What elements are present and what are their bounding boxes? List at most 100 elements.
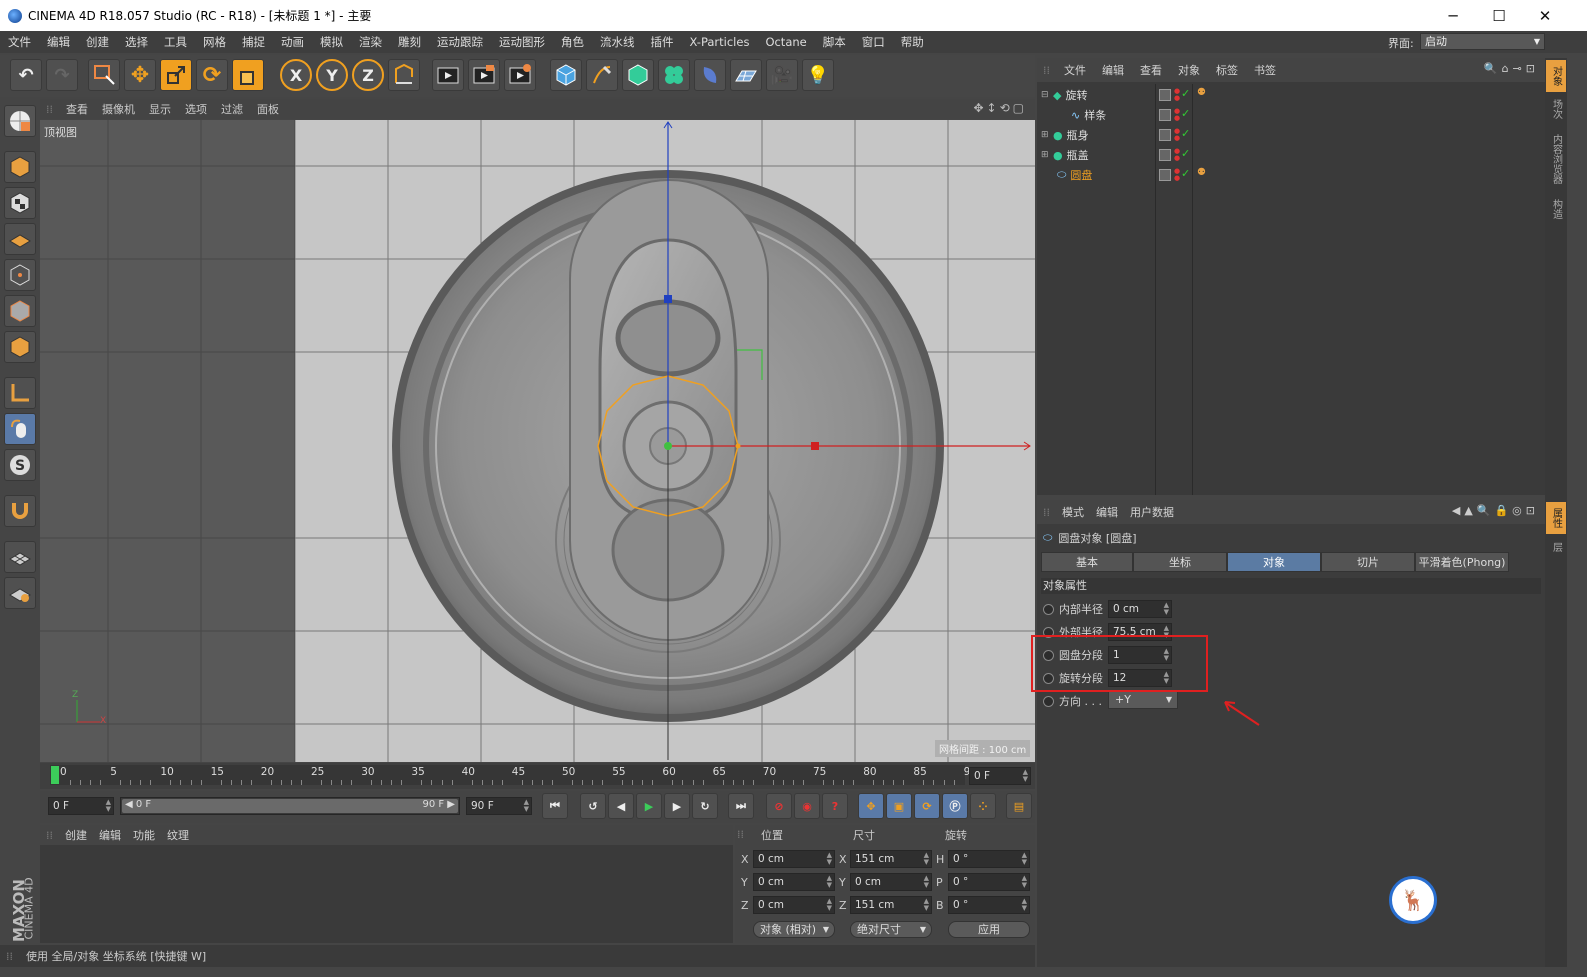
deformer-icon[interactable]	[694, 59, 726, 91]
go-to-end-icon[interactable]: ⏭	[728, 793, 754, 819]
key-rotation-icon[interactable]: ⟳	[914, 793, 940, 819]
material-menu-edit[interactable]: 编辑	[93, 827, 127, 843]
tag-icon[interactable]: ⚉	[1197, 167, 1206, 178]
visibility-dots-icon[interactable]: ●●	[1174, 108, 1180, 122]
menu-mograph[interactable]: 运动图形	[491, 34, 553, 50]
tab-object[interactable]: 对象	[1227, 552, 1321, 572]
menu-script[interactable]: 脚本	[815, 34, 854, 50]
render-picture-viewer-icon[interactable]	[468, 59, 500, 91]
key-pla-icon[interactable]: ⁘	[970, 793, 996, 819]
maximize-button[interactable]: ☐	[1476, 0, 1522, 31]
visibility-dots-icon[interactable]: ●●	[1174, 148, 1180, 162]
preview-range-handle[interactable]	[122, 799, 458, 813]
record-active-icon[interactable]: ⊘	[766, 793, 792, 819]
tag-icon[interactable]: ⚉	[1197, 87, 1206, 98]
viewport-menu-view[interactable]: 查看	[59, 101, 95, 117]
render-settings-icon[interactable]	[504, 59, 536, 91]
floor-icon[interactable]	[730, 59, 762, 91]
rot-h-field[interactable]: 0 ° ▲ ▼	[948, 850, 1030, 868]
pos-z-field[interactable]: 0 cm ▲ ▼	[753, 896, 835, 914]
object-row-bottle-cap[interactable]: ⊞ ● 瓶盖	[1037, 145, 1157, 165]
layer-swatch-icon[interactable]	[1159, 129, 1171, 141]
subdivision-surface-icon[interactable]	[622, 59, 654, 91]
tab-takes-vertical[interactable]: 场次	[1546, 94, 1566, 124]
tweak-mode-icon[interactable]	[4, 413, 36, 445]
layer-swatch-icon[interactable]	[1159, 89, 1171, 101]
tab-content-browser-vertical[interactable]: 内容浏览器	[1546, 126, 1566, 192]
menu-create[interactable]: 创建	[78, 34, 117, 50]
redo-icon[interactable]: ↷	[46, 59, 78, 91]
go-to-start-icon[interactable]: ⏮	[542, 793, 568, 819]
close-button[interactable]: ✕	[1522, 0, 1568, 31]
layer-swatch-icon[interactable]	[1159, 149, 1171, 161]
orientation-select[interactable]: +Y ▼	[1108, 691, 1178, 709]
enabled-check-icon[interactable]: ✓	[1181, 127, 1190, 140]
menu-simulate[interactable]: 模拟	[312, 34, 351, 50]
tab-coord[interactable]: 坐标	[1133, 552, 1227, 572]
timeline-ruler[interactable]	[50, 765, 965, 785]
playhead[interactable]	[51, 766, 59, 784]
size-z-field[interactable]: 151 cm ▲ ▼	[850, 896, 932, 914]
am-menu-userdata[interactable]: 用户数据	[1124, 504, 1180, 520]
cube-icon[interactable]	[550, 59, 582, 91]
tab-layers-vertical[interactable]: 层	[1546, 536, 1566, 558]
rotate-icon[interactable]: ⟳	[196, 59, 228, 91]
previous-key-icon[interactable]: ↺	[580, 793, 606, 819]
start-frame-field[interactable]: 0 F ▲ ▼	[48, 797, 114, 815]
menu-motion-tracker[interactable]: 运动跟踪	[429, 34, 491, 50]
coordinate-system-icon[interactable]	[388, 59, 420, 91]
tab-basic[interactable]: 基本	[1041, 552, 1133, 572]
model-mode-icon[interactable]	[4, 151, 36, 183]
tab-objects-vertical[interactable]: 对象	[1546, 60, 1566, 92]
menu-octane[interactable]: Octane	[757, 35, 814, 49]
timeline[interactable]: 051015202530354045505560657075808590 0 F…	[40, 763, 1035, 789]
viewport-menu-cameras[interactable]: 摄像机	[95, 101, 142, 117]
om-toolbar-icons[interactable]: 🔍⌂⊸⊡	[1484, 62, 1539, 75]
tab-slice[interactable]: 切片	[1321, 552, 1415, 572]
minimize-button[interactable]: ─	[1430, 0, 1476, 31]
menu-character[interactable]: 角色	[553, 34, 592, 50]
om-menu-bookmarks[interactable]: 书签	[1246, 62, 1284, 78]
key-scale-icon[interactable]: ▣	[886, 793, 912, 819]
texture-mode-icon[interactable]	[4, 187, 36, 219]
enabled-check-icon[interactable]: ✓	[1181, 107, 1190, 120]
move-icon[interactable]: ✥	[124, 59, 156, 91]
autokey-icon[interactable]: ◉	[794, 793, 820, 819]
menu-render[interactable]: 渲染	[351, 34, 390, 50]
play-icon[interactable]: ▶	[636, 793, 662, 819]
object-row-spline[interactable]: ∿ 样条	[1037, 105, 1157, 125]
object-row-bottle-body[interactable]: ⊞ ● 瓶身	[1037, 125, 1157, 145]
pos-x-field[interactable]: 0 cm ▲ ▼	[753, 850, 835, 868]
menu-snap[interactable]: 捕捉	[234, 34, 273, 50]
menu-help[interactable]: 帮助	[893, 34, 932, 50]
om-menu-edit[interactable]: 编辑	[1094, 62, 1132, 78]
rot-p-field[interactable]: 0 ° ▲ ▼	[948, 873, 1030, 891]
apply-button[interactable]: 应用	[948, 921, 1030, 938]
layer-swatch-icon[interactable]	[1159, 109, 1171, 121]
z-axis-lock-button[interactable]: Z	[352, 59, 384, 91]
menu-xparticles[interactable]: X-Particles	[682, 35, 758, 49]
light-icon[interactable]: 💡	[802, 59, 834, 91]
object-row-disc[interactable]: ⬭ 圆盘	[1037, 165, 1157, 185]
coordinate-mode-select[interactable]: 对象 (相对) ▼	[753, 921, 835, 938]
viewport-top[interactable]: 顶视图 Z X 网格间距 : 100 cm	[40, 120, 1035, 762]
om-menu-tags[interactable]: 标签	[1208, 62, 1246, 78]
current-frame-field[interactable]: 0 F ▲ ▼	[969, 767, 1031, 785]
animate-radio-icon[interactable]	[1043, 695, 1054, 707]
size-y-field[interactable]: 0 cm ▲ ▼	[850, 873, 932, 891]
axis-mode-icon[interactable]	[4, 377, 36, 409]
menu-window[interactable]: 窗口	[854, 34, 893, 50]
enabled-check-icon[interactable]: ✓	[1181, 167, 1190, 180]
viewport-canvas[interactable]	[40, 120, 1035, 762]
visibility-dots-icon[interactable]: ●●	[1174, 168, 1180, 182]
enabled-check-icon[interactable]: ✓	[1181, 147, 1190, 160]
size-x-field[interactable]: 151 cm ▲ ▼	[850, 850, 932, 868]
solo-icon[interactable]: S	[4, 449, 36, 481]
tab-attributes-vertical[interactable]: 属性	[1546, 502, 1566, 534]
rot-b-field[interactable]: 0 ° ▲ ▼	[948, 896, 1030, 914]
locked-workplane-icon[interactable]	[4, 577, 36, 609]
live-selection-icon[interactable]	[88, 59, 120, 91]
enabled-check-icon[interactable]: ✓	[1181, 87, 1190, 100]
points-mode-icon[interactable]	[4, 259, 36, 291]
pen-spline-icon[interactable]	[586, 59, 618, 91]
